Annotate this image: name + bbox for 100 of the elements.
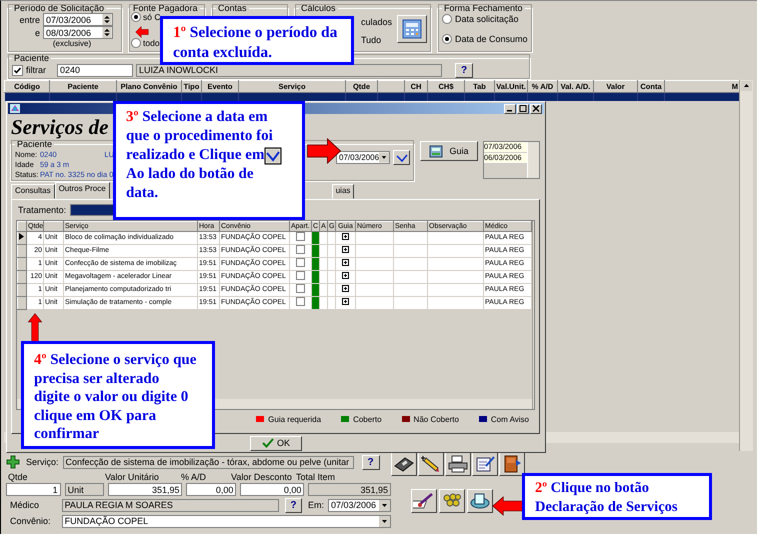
radio-label: todo bbox=[143, 38, 160, 48]
checkbox[interactable] bbox=[296, 272, 305, 280]
from-label: entre bbox=[18, 14, 41, 24]
date-label: Em: bbox=[308, 500, 324, 510]
plan-dropdown[interactable]: FUNDAÇÃO COPEL bbox=[62, 514, 391, 528]
tab[interactable]: Consultas bbox=[11, 184, 55, 199]
confirm-button[interactable] bbox=[393, 150, 410, 165]
legend-label: Coberto bbox=[353, 414, 382, 424]
plan-label: Convênio: bbox=[9, 516, 52, 526]
unit-price-label: Valor Unitário bbox=[105, 472, 160, 482]
expand-icon[interactable] bbox=[342, 259, 349, 266]
radio-label: só C bbox=[143, 12, 160, 22]
form-icon bbox=[429, 144, 444, 158]
help-button[interactable]: ? bbox=[455, 62, 473, 78]
scroll-up-icon[interactable] bbox=[741, 81, 752, 91]
expand-icon[interactable] bbox=[342, 285, 349, 292]
total-field: 351,95 bbox=[308, 483, 391, 496]
doctor-label: Médico bbox=[9, 500, 40, 510]
notepad-icon[interactable] bbox=[472, 452, 498, 476]
tab[interactable]: Outros Proce bbox=[54, 182, 110, 199]
list-scrollbar[interactable] bbox=[527, 142, 539, 178]
treatment-label: Tratamento: bbox=[18, 205, 66, 215]
discount-percent-field[interactable]: 0,00 bbox=[186, 483, 236, 496]
calculator-button[interactable] bbox=[397, 15, 427, 43]
document-icon[interactable] bbox=[467, 489, 493, 513]
checkbox[interactable] bbox=[296, 246, 305, 254]
callout-text: Ao lado do botão de data. bbox=[126, 165, 255, 203]
total-label: Total Item bbox=[296, 472, 336, 482]
tab[interactable]: uias bbox=[332, 184, 354, 199]
add-icon[interactable] bbox=[6, 455, 20, 469]
checkmark-icon bbox=[262, 438, 274, 448]
dialog-heading: Serviços de bbox=[10, 115, 108, 139]
doctor-field: PAULA REGIA M SOARES bbox=[62, 498, 279, 512]
callout-text: 2º Clique no botão Declaração de Serviços bbox=[535, 479, 679, 517]
group-title: Forma Fechamento bbox=[443, 3, 524, 13]
vertical-scrollbar[interactable] bbox=[739, 80, 753, 451]
spinner-icon[interactable] bbox=[102, 14, 112, 25]
checkbox[interactable] bbox=[296, 284, 305, 293]
minimize-icon[interactable] bbox=[504, 104, 516, 114]
group-title: Contas bbox=[217, 3, 248, 13]
checkmark-icon bbox=[264, 146, 282, 165]
callout-text: 3º Selecione a data em que o procedimento foi realizado e Clique em bbox=[126, 108, 288, 165]
date-dropdown[interactable]: 07/03/2006 bbox=[328, 498, 391, 512]
date-field[interactable]: 07/03/2006 bbox=[43, 13, 113, 26]
expand-icon[interactable] bbox=[342, 272, 349, 279]
spinner-icon[interactable] bbox=[102, 27, 112, 38]
option-label: Tudo bbox=[361, 35, 382, 45]
unit-price-field[interactable]: 351,95 bbox=[108, 483, 182, 496]
app-icon bbox=[10, 104, 20, 113]
radio-button[interactable] bbox=[131, 12, 141, 22]
option-label: culados bbox=[361, 17, 392, 27]
to-label: e bbox=[34, 28, 41, 38]
patient-code-field[interactable]: 0240 bbox=[57, 64, 133, 76]
radio-button[interactable] bbox=[131, 38, 141, 48]
maximize-icon[interactable] bbox=[517, 104, 529, 114]
radio-button[interactable] bbox=[442, 34, 452, 44]
vertical-scrollbar[interactable] bbox=[532, 221, 534, 409]
service-label: Serviço: bbox=[26, 457, 59, 467]
printer-icon[interactable] bbox=[445, 452, 471, 476]
help-button[interactable]: ? bbox=[362, 454, 380, 470]
group-title: Fonte Pagadora bbox=[132, 3, 199, 13]
quantity-field[interactable]: 1 bbox=[6, 483, 61, 496]
row-header[interactable] bbox=[18, 232, 26, 244]
quantity-label: Qtde bbox=[8, 472, 29, 482]
group-title: Paciente bbox=[16, 139, 54, 149]
quill-icon[interactable] bbox=[411, 489, 437, 513]
close-icon[interactable] bbox=[530, 104, 542, 114]
radio-label: Data de Consumo bbox=[455, 34, 528, 44]
checkbox[interactable] bbox=[296, 258, 305, 267]
note-text: (exclusive) bbox=[52, 39, 92, 48]
row-pointer-icon bbox=[19, 233, 24, 240]
checkbox[interactable] bbox=[296, 232, 305, 241]
unit-field: Unit bbox=[64, 483, 104, 496]
callout-text: 1º Selecione o período da conta excluída. bbox=[173, 23, 338, 63]
coins-icon[interactable] bbox=[439, 489, 465, 513]
expand-icon[interactable] bbox=[342, 298, 349, 305]
group-title: Cálculos bbox=[300, 3, 337, 13]
discount-field[interactable]: 0,00 bbox=[240, 483, 304, 496]
date-field[interactable]: 08/03/2006 bbox=[43, 26, 113, 39]
radio-button[interactable] bbox=[442, 14, 452, 24]
group-title: Período de Solicitação bbox=[13, 3, 106, 13]
guide-button[interactable]: Guia bbox=[420, 141, 478, 161]
expand-icon[interactable] bbox=[342, 246, 349, 253]
date-dropdown[interactable]: 07/03/2006 bbox=[336, 151, 390, 164]
help-button[interactable]: ? bbox=[284, 498, 302, 512]
legend-label: Com Aviso bbox=[490, 414, 529, 424]
arrow bbox=[492, 494, 523, 518]
expand-icon[interactable] bbox=[342, 233, 349, 240]
group-title: Paciente bbox=[13, 53, 50, 63]
radio-label: Data solicitação bbox=[455, 14, 519, 24]
pencil-icon[interactable] bbox=[418, 452, 444, 476]
door-icon[interactable] bbox=[499, 452, 525, 476]
discount-label: Valor Desconto bbox=[231, 472, 293, 482]
checkbox-label: filtrar bbox=[26, 65, 46, 75]
checkbox[interactable] bbox=[296, 298, 305, 306]
ok-button[interactable]: OK bbox=[250, 436, 302, 450]
checkbox[interactable] bbox=[12, 64, 23, 76]
patient-name-field: LUIZA INOWLOCKI bbox=[136, 64, 442, 76]
service-field: Confecção de sistema de imobilização - tórax, abdome ou pelve (unitar bbox=[62, 456, 354, 468]
legend-label: Guia requerida bbox=[268, 414, 322, 424]
